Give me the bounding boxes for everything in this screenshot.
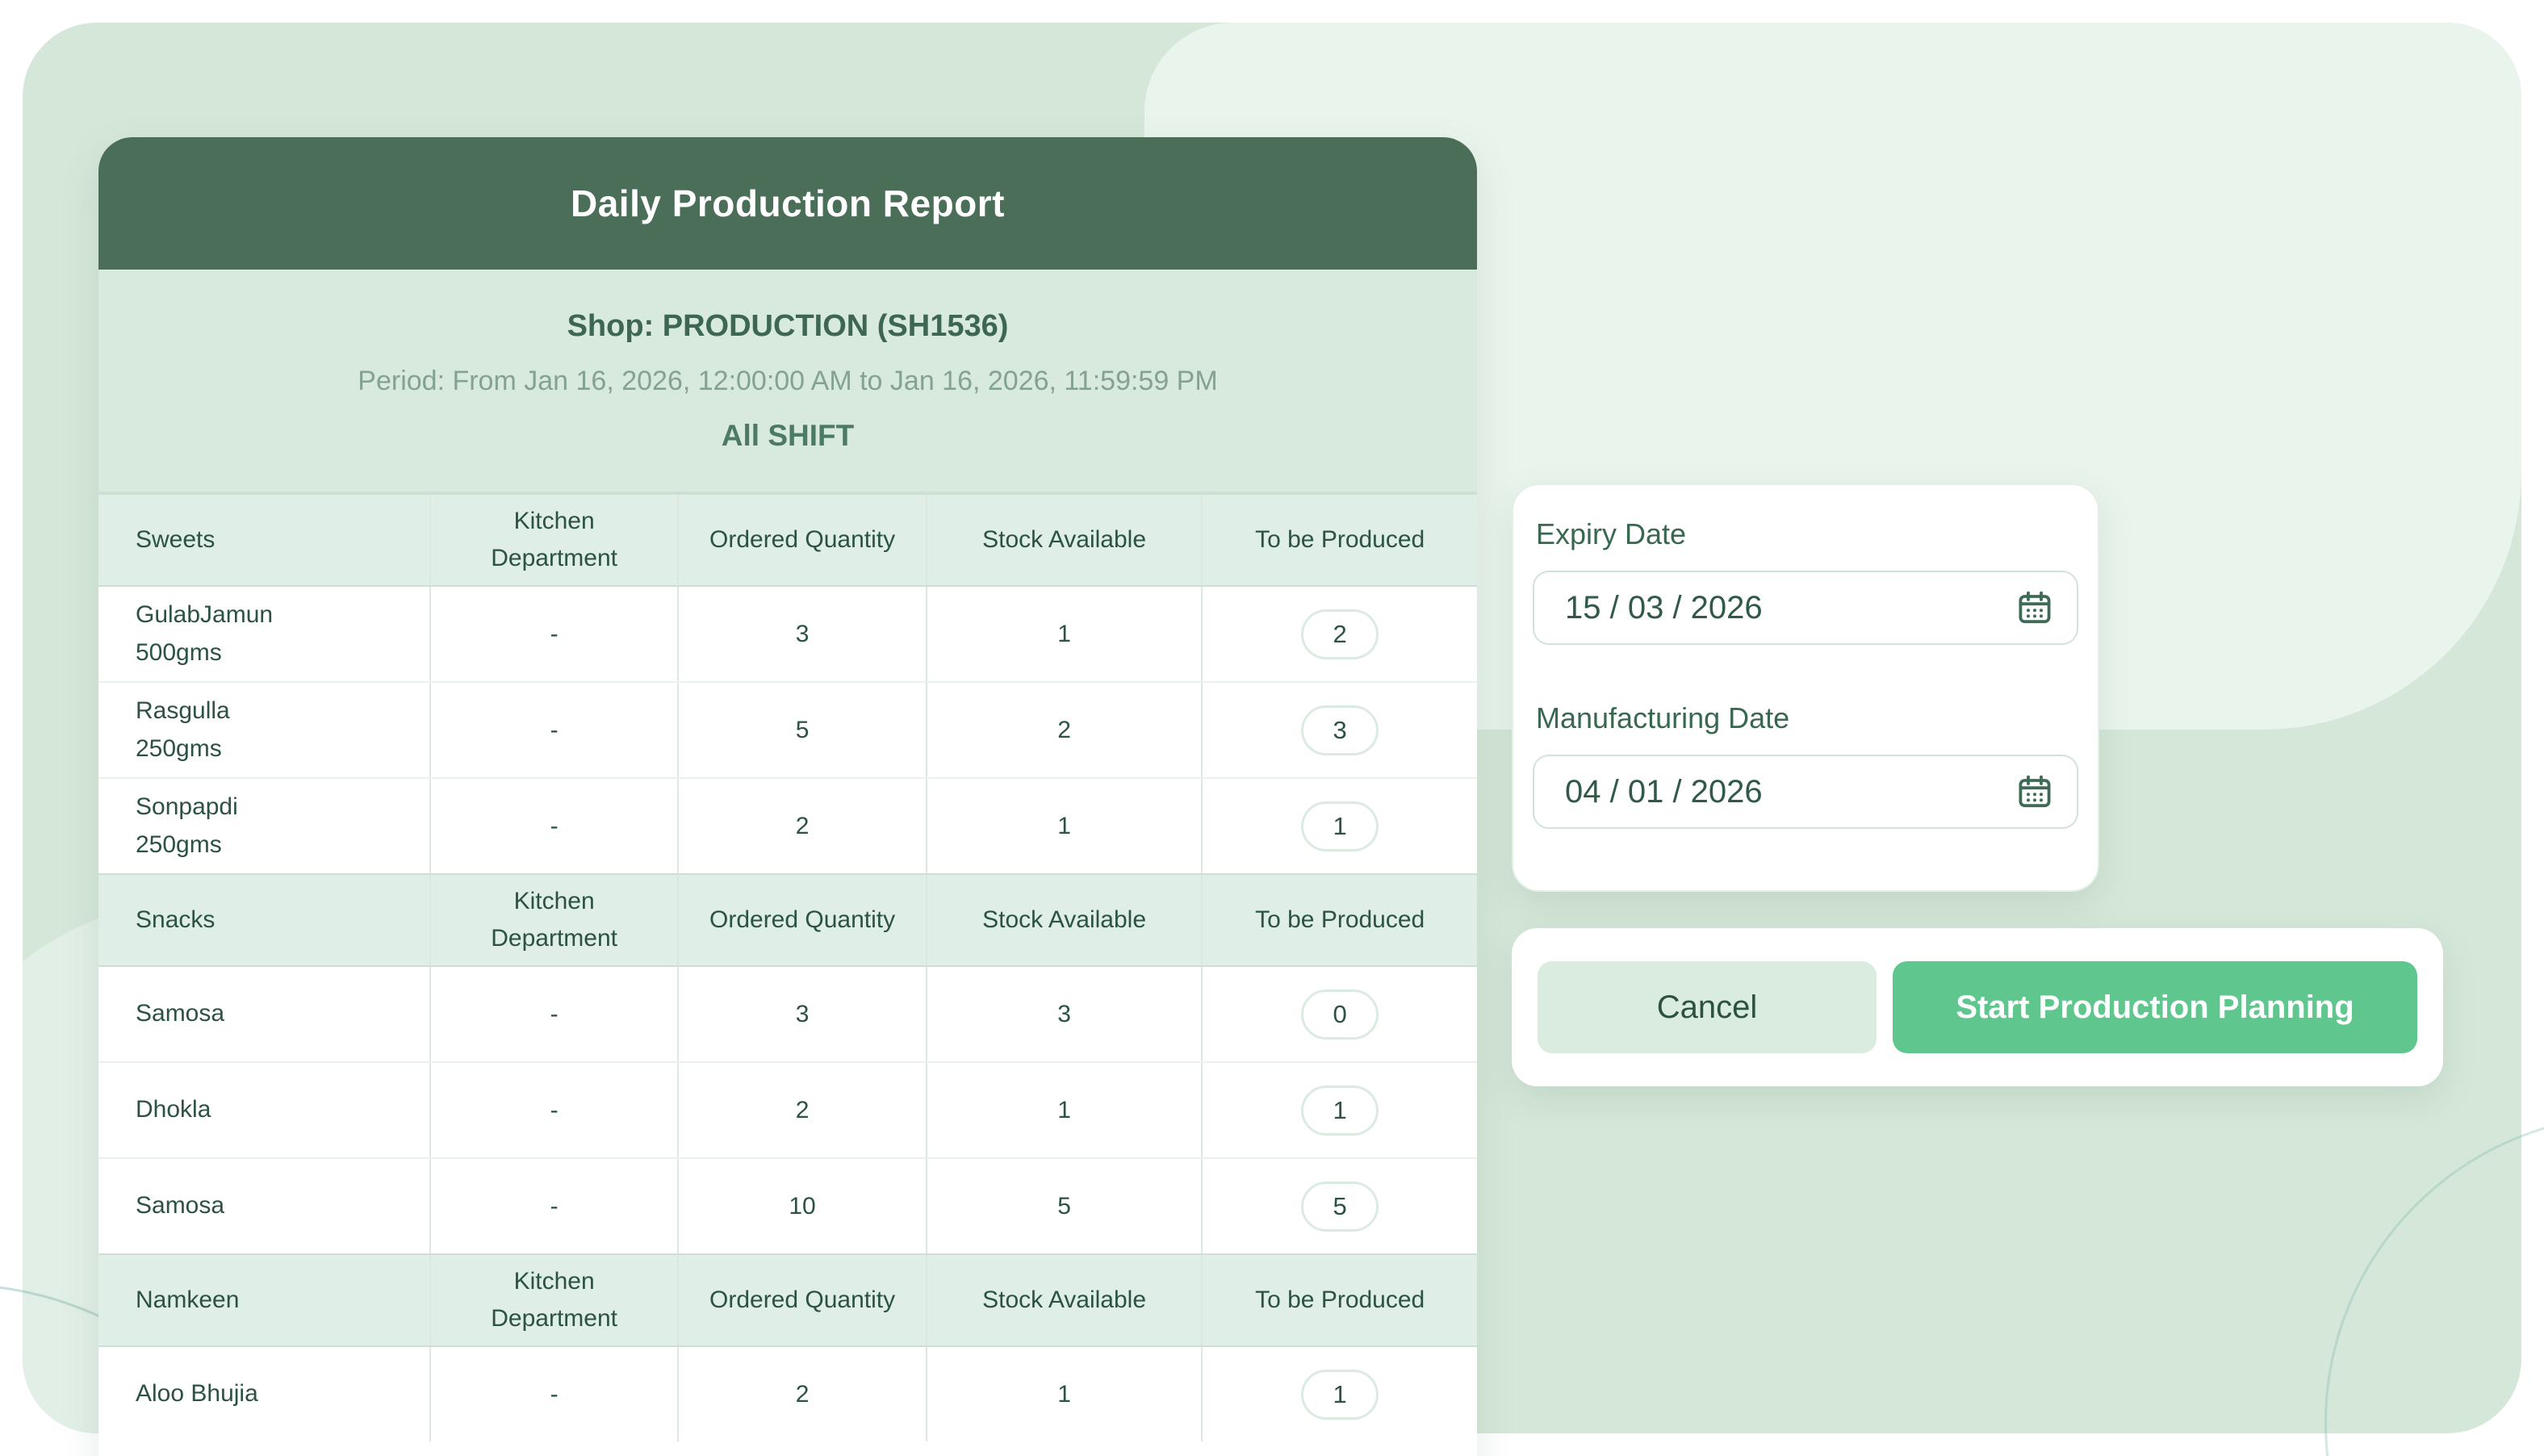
stock-available-value: 1 (926, 779, 1202, 873)
table-row: Samosa - 10 5 5 (98, 1157, 1477, 1253)
ordered-quantity-value: 2 (677, 1347, 925, 1441)
column-header-stock-available: Stock Available (926, 495, 1202, 585)
ordered-quantity-value: 3 (677, 967, 925, 1061)
to-be-produced-input[interactable]: 5 (1301, 1182, 1379, 1232)
period-line: Period: From Jan 16, 2026, 12:00:00 AM t… (358, 366, 1217, 397)
report-title: Daily Production Report (571, 182, 1005, 225)
expiry-date-input[interactable]: 15 / 03 / 2026 (1533, 571, 2078, 645)
kitchen-department-value: - (429, 1063, 677, 1157)
expiry-date-value: 15 / 03 / 2026 (1565, 590, 1763, 626)
stock-available-value: 3 (926, 967, 1202, 1061)
expiry-date-label: Expiry Date (1536, 517, 2078, 551)
stock-available-value: 1 (926, 587, 1202, 681)
table-section-header-row: Sweets Kitchen Department Ordered Quanti… (98, 493, 1477, 587)
column-header-to-be-produced: To be Produced (1201, 875, 1477, 965)
calendar-icon[interactable] (2015, 772, 2054, 811)
manufacturing-date-value: 04 / 01 / 2026 (1565, 774, 1763, 810)
ordered-quantity-value: 10 (677, 1159, 925, 1253)
to-be-produced-input[interactable]: 1 (1301, 801, 1379, 851)
to-be-produced-input[interactable]: 3 (1301, 705, 1379, 755)
column-header-kitchen-department: Kitchen Department (429, 495, 677, 585)
stock-available-value: 2 (926, 683, 1202, 777)
shift-line: All SHIFT (722, 419, 854, 453)
table-row: Aloo Bhujia - 2 1 1 (98, 1347, 1477, 1441)
page: Daily Production Report Shop: PRODUCTION… (0, 0, 2544, 1456)
table-row: Dhokla - 2 1 1 (98, 1061, 1477, 1157)
column-header-ordered-quantity: Ordered Quantity (677, 875, 925, 965)
to-be-produced-input[interactable]: 2 (1301, 609, 1379, 659)
shop-line: Shop: PRODUCTION (SH1536) (567, 309, 1009, 344)
item-name: Rasgulla 250gms (98, 683, 429, 777)
section-name: Snacks (98, 875, 429, 965)
report-header: Daily Production Report (98, 137, 1477, 270)
cancel-button[interactable]: Cancel (1538, 961, 1877, 1053)
item-name: Samosa (98, 967, 429, 1061)
production-table: Sweets Kitchen Department Ordered Quanti… (98, 492, 1477, 1441)
kitchen-department-value: - (429, 967, 677, 1061)
column-header-ordered-quantity: Ordered Quantity (677, 1255, 925, 1345)
ordered-quantity-value: 3 (677, 587, 925, 681)
column-header-stock-available: Stock Available (926, 875, 1202, 965)
kitchen-department-value: - (429, 1159, 677, 1253)
section-name: Namkeen (98, 1255, 429, 1345)
section-name: Sweets (98, 495, 429, 585)
kitchen-department-value: - (429, 683, 677, 777)
table-section-header-row: Snacks Kitchen Department Ordered Quanti… (98, 873, 1477, 967)
to-be-produced-input[interactable]: 1 (1301, 1370, 1379, 1420)
column-header-kitchen-department: Kitchen Department (429, 1255, 677, 1345)
item-name: GulabJamun 500gms (98, 587, 429, 681)
column-header-to-be-produced: To be Produced (1201, 495, 1477, 585)
column-header-stock-available: Stock Available (926, 1255, 1202, 1345)
kitchen-department-value: - (429, 1347, 677, 1441)
report-info-band: Shop: PRODUCTION (SH1536) Period: From J… (98, 270, 1477, 492)
ordered-quantity-value: 2 (677, 779, 925, 873)
column-header-ordered-quantity: Ordered Quantity (677, 495, 925, 585)
column-header-kitchen-department: Kitchen Department (429, 875, 677, 965)
item-name: Aloo Bhujia (98, 1347, 429, 1441)
calendar-icon[interactable] (2015, 588, 2054, 627)
table-row: Samosa - 3 3 0 (98, 967, 1477, 1061)
actions-panel: Cancel Start Production Planning (1512, 928, 2443, 1086)
table-row: Rasgulla 250gms - 5 2 3 (98, 681, 1477, 777)
daily-production-report-card: Daily Production Report Shop: PRODUCTION… (98, 137, 1477, 1456)
to-be-produced-input[interactable]: 1 (1301, 1086, 1379, 1136)
table-section-header-row: Namkeen Kitchen Department Ordered Quant… (98, 1253, 1477, 1347)
to-be-produced-input[interactable]: 0 (1301, 989, 1379, 1040)
kitchen-department-value: - (429, 587, 677, 681)
table-row: Sonpapdi 250gms - 2 1 1 (98, 777, 1477, 873)
item-name: Sonpapdi 250gms (98, 779, 429, 873)
stock-available-value: 5 (926, 1159, 1202, 1253)
manufacturing-date-label: Manufacturing Date (1536, 701, 2078, 735)
kitchen-department-value: - (429, 779, 677, 873)
stock-available-value: 1 (926, 1347, 1202, 1441)
stock-available-value: 1 (926, 1063, 1202, 1157)
ordered-quantity-value: 5 (677, 683, 925, 777)
start-production-planning-button[interactable]: Start Production Planning (1893, 961, 2417, 1053)
table-row: GulabJamun 500gms - 3 1 2 (98, 587, 1477, 681)
column-header-to-be-produced: To be Produced (1201, 1255, 1477, 1345)
ordered-quantity-value: 2 (677, 1063, 925, 1157)
item-name: Dhokla (98, 1063, 429, 1157)
manufacturing-date-input[interactable]: 04 / 01 / 2026 (1533, 755, 2078, 829)
item-name: Samosa (98, 1159, 429, 1253)
dates-panel: Expiry Date 15 / 03 / 2026 Manufacturing… (1512, 483, 2099, 892)
